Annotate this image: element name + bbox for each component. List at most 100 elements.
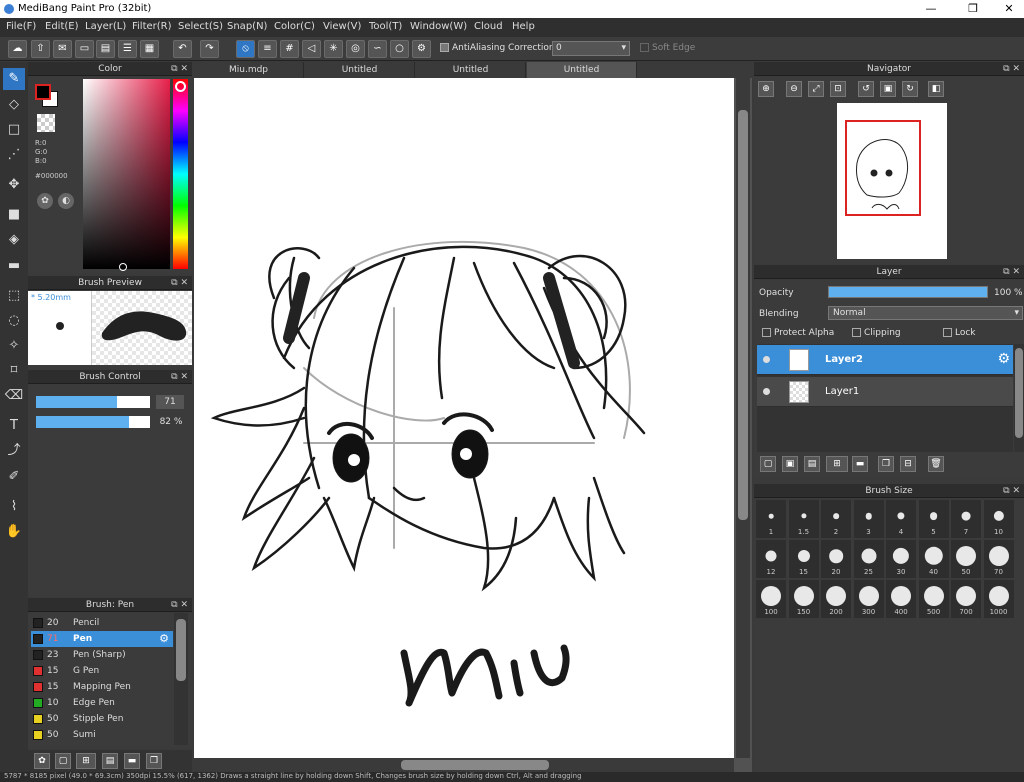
select-eraser-icon[interactable]: ⌫ <box>3 385 25 407</box>
brush-menu-icon[interactable]: ⊞ <box>76 753 96 769</box>
zoom-in-icon[interactable]: ⊕ <box>758 81 774 97</box>
grid-icon[interactable]: ▦ <box>140 40 159 58</box>
visibility-icon[interactable] <box>763 388 770 395</box>
menu-select[interactable]: Select(S) <box>178 21 223 32</box>
foreground-color-swatch[interactable] <box>35 84 51 100</box>
saturation-value-picker[interactable] <box>83 79 170 269</box>
menu-layer[interactable]: Layer(L) <box>85 21 126 32</box>
brush-size-slider[interactable] <box>36 396 150 408</box>
gear-icon[interactable]: ⚙ <box>159 632 169 645</box>
soft-edge-checkbox[interactable] <box>640 43 649 52</box>
redo-icon[interactable]: ↷ <box>200 40 219 58</box>
layer-scrollbar[interactable] <box>1014 344 1024 452</box>
menu-view[interactable]: View(V) <box>323 21 361 32</box>
panel-controls-icon[interactable]: ⧉ ✕ <box>1003 484 1020 498</box>
menu-color[interactable]: Color(C) <box>274 21 315 32</box>
snap-parallel-icon[interactable]: ≡ <box>258 40 277 58</box>
brush-size-option[interactable]: 1 <box>756 500 786 538</box>
new-brush-icon[interactable]: ▢ <box>55 753 71 769</box>
layer-scroll-thumb[interactable] <box>1015 348 1023 438</box>
brush-size-option[interactable]: 15 <box>788 540 819 578</box>
drawing-canvas[interactable] <box>194 78 734 758</box>
new-layer-icon[interactable]: ▢ <box>760 456 776 472</box>
rotate-left-icon[interactable]: ↺ <box>858 81 874 97</box>
duplicate-brush-icon[interactable]: ❐ <box>146 753 162 769</box>
snap-ellipse-icon[interactable]: ○ <box>390 40 409 58</box>
document-icon[interactable]: ▤ <box>96 40 115 58</box>
minimize-button[interactable]: — <box>916 1 946 17</box>
brush-size-option[interactable]: 1.5 <box>788 500 819 538</box>
clipping-checkbox[interactable] <box>852 328 861 337</box>
restore-button[interactable]: ❐ <box>958 1 988 17</box>
brush-item[interactable]: 71 Pen ⚙ <box>31 631 173 647</box>
menu-edit[interactable]: Edit(E) <box>45 21 79 32</box>
brush-size-option[interactable]: 10 <box>983 500 1014 538</box>
menu-file[interactable]: File(F) <box>6 21 36 32</box>
chat-icon[interactable]: ✉ <box>53 40 72 58</box>
reset-rotation-icon[interactable]: ▣ <box>880 81 896 97</box>
merge-layer-icon[interactable]: ⊟ <box>900 456 916 472</box>
magic-wand-icon[interactable]: ✧ <box>3 335 25 357</box>
close-button[interactable]: ✕ <box>994 1 1024 17</box>
brush-opacity-slider[interactable] <box>36 416 150 428</box>
select-pen-icon[interactable]: ⌑ <box>3 360 25 382</box>
brush-item[interactable]: 10 Edge Pen <box>31 695 173 711</box>
horizontal-scroll-thumb[interactable] <box>401 760 549 770</box>
brush-item[interactable]: 20 Pencil <box>31 615 173 631</box>
hue-cursor[interactable] <box>175 81 186 92</box>
hue-slider[interactable] <box>173 79 188 269</box>
brush-size-option[interactable]: 25 <box>853 540 884 578</box>
brush-size-option[interactable]: 5 <box>918 500 949 538</box>
antialiasing-checkbox[interactable] <box>440 43 449 52</box>
eyedropper-tool-icon[interactable]: ⌇ <box>3 496 25 518</box>
snap-off-icon[interactable]: ⦸ <box>236 40 255 58</box>
menu-snap[interactable]: Snap(N) <box>227 21 267 32</box>
snap-settings-icon[interactable]: ⚙ <box>412 40 431 58</box>
brush-size-option[interactable]: 30 <box>886 540 916 578</box>
menu-tool[interactable]: Tool(T) <box>369 21 402 32</box>
delete-layer-icon[interactable]: 🗑 <box>928 456 944 472</box>
brush-settings-icon[interactable]: ▤ <box>102 753 118 769</box>
fill-rect-tool-icon[interactable]: ■ <box>3 204 25 226</box>
undo-icon[interactable]: ↶ <box>173 40 192 58</box>
menu-filter[interactable]: Filter(R) <box>132 21 172 32</box>
add-layer-menu-icon[interactable]: ⊞ <box>826 456 848 472</box>
sv-cursor[interactable] <box>119 263 127 271</box>
tab-miu[interactable]: Miu.mdp <box>194 62 304 78</box>
color-picker-icon[interactable]: ◐ <box>58 193 74 209</box>
blending-select[interactable]: Normal ▾ <box>828 306 1023 320</box>
lasso-tool-icon[interactable]: ◌ <box>3 310 25 332</box>
protect-alpha-checkbox[interactable] <box>762 328 771 337</box>
operation-tool-icon[interactable]: ⤴ <box>3 440 25 462</box>
vertical-scroll-thumb[interactable] <box>738 110 748 520</box>
scroll-thumb[interactable] <box>176 619 186 681</box>
menu-window[interactable]: Window(W) <box>410 21 467 32</box>
dot-tool-icon[interactable]: ⋰ <box>3 144 25 166</box>
brush-size-option[interactable]: 7 <box>951 500 981 538</box>
menu-help[interactable]: Help <box>512 21 535 32</box>
snap-circle-icon[interactable]: ◎ <box>346 40 365 58</box>
zoom-out-icon[interactable]: ⊖ <box>786 81 802 97</box>
brush-size-option[interactable]: 40 <box>918 540 949 578</box>
snap-grid-icon[interactable]: # <box>280 40 299 58</box>
brush-size-option[interactable]: 4 <box>886 500 916 538</box>
brush-size-value[interactable]: 71 <box>156 395 184 409</box>
menu-cloud[interactable]: Cloud <box>474 21 503 32</box>
brush-size-option[interactable]: 300 <box>853 580 884 618</box>
layer-opacity-slider[interactable] <box>828 286 988 298</box>
brush-size-option[interactable]: 20 <box>821 540 851 578</box>
cloud-icon[interactable]: ☁ <box>8 40 27 58</box>
brush-item[interactable]: 15 Mapping Pen <box>31 679 173 695</box>
transparent-color-swatch[interactable] <box>37 114 55 132</box>
eraser-tool-icon[interactable]: ◇ <box>3 94 25 116</box>
snap-curve-icon[interactable]: ∽ <box>368 40 387 58</box>
tab-untitled-1[interactable]: Untitled <box>305 62 415 78</box>
brush-size-option[interactable]: 1000 <box>983 580 1014 618</box>
list-icon[interactable]: ☰ <box>118 40 137 58</box>
brush-size-option[interactable]: 500 <box>918 580 949 618</box>
rectangle-tool-icon[interactable]: □ <box>3 119 25 141</box>
brush-size-option[interactable]: 400 <box>886 580 916 618</box>
snap-radial-icon[interactable]: ✳ <box>324 40 343 58</box>
gear-icon[interactable]: ⚙ <box>997 351 1010 367</box>
bucket-tool-icon[interactable]: ◈ <box>3 229 25 251</box>
